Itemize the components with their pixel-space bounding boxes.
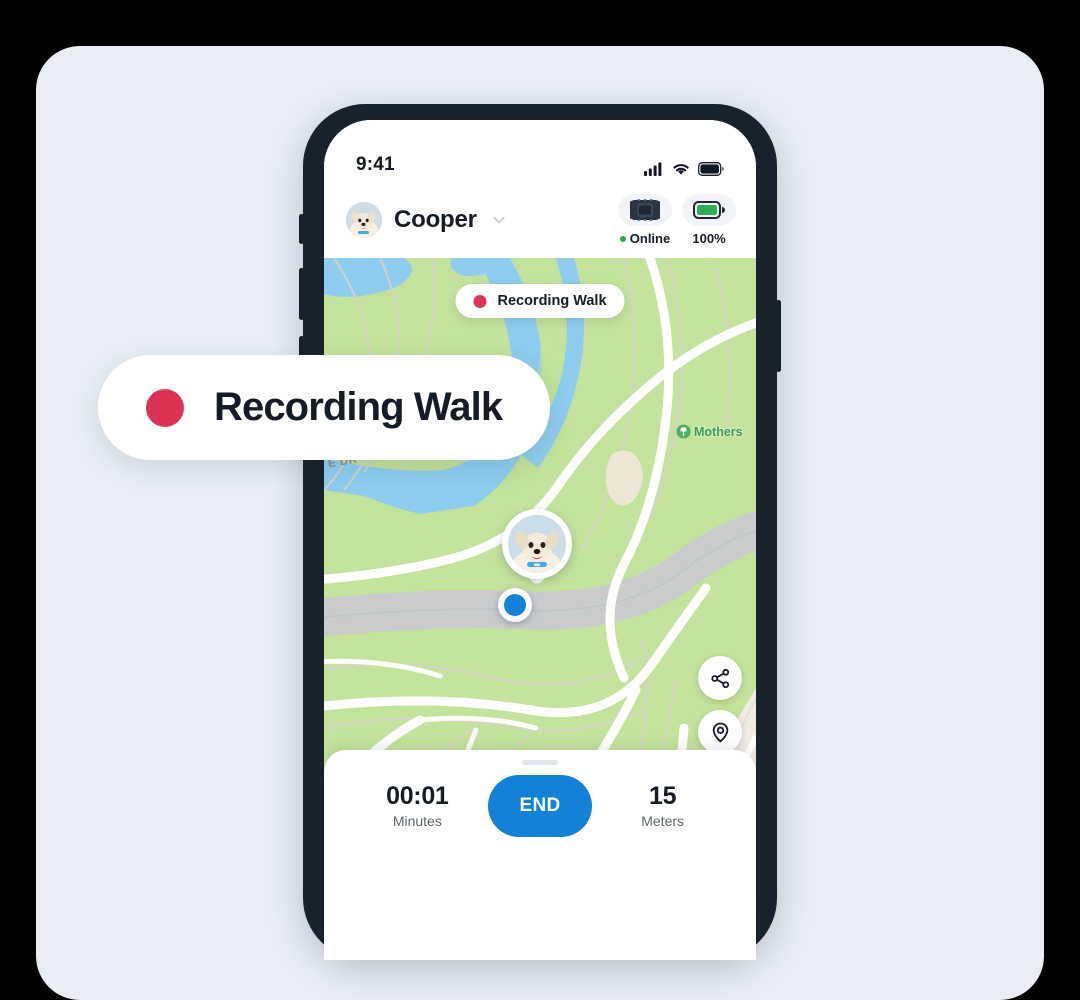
battery-status-tile[interactable]: 100%: [682, 194, 736, 246]
cooper-dog-avatar-image: [346, 202, 382, 238]
tracker-collar-icon: [630, 199, 660, 221]
device-status-text: Online: [629, 231, 671, 246]
sheet-drag-handle[interactable]: [522, 760, 558, 765]
recording-walk-callout[interactable]: Recording Walk: [98, 355, 551, 460]
map-view[interactable]: E DR LINCOLN WAY Mothers Recording Walk: [324, 258, 756, 858]
status-bar-time: 9:41: [356, 154, 395, 175]
user-location-inner-dot: [504, 594, 526, 616]
pet-map-pin[interactable]: [502, 509, 572, 593]
user-location-dot: [498, 588, 532, 622]
status-bar-icons: [644, 162, 724, 176]
callout-label: Recording Walk: [214, 385, 503, 429]
distance-value: 15: [649, 781, 677, 810]
location-pin-icon: [712, 722, 728, 742]
end-walk-button[interactable]: END: [487, 775, 592, 837]
poi-mothers[interactable]: Mothers: [676, 424, 743, 439]
status-bar: 9:41: [324, 120, 756, 182]
pin-pet-photo: [508, 515, 566, 573]
app-header: Cooper Online 100%: [324, 182, 756, 258]
poi-label: Mothers: [694, 424, 743, 439]
duration-label: Minutes: [392, 813, 442, 830]
wifi-icon: [673, 164, 689, 175]
pet-selector[interactable]: Cooper: [346, 202, 507, 238]
chevron-down-icon[interactable]: [491, 212, 507, 228]
duration-stat: 00:01 Minutes: [369, 781, 465, 830]
distance-label: Meters: [641, 813, 685, 830]
share-button[interactable]: [698, 656, 742, 700]
device-status-tile[interactable]: Online: [618, 194, 672, 246]
duration-value: 00:01: [386, 781, 449, 810]
callout-recording-dot-icon: [146, 388, 184, 427]
walk-tracking-sheet: 00:01 Minutes END 15 Meters: [324, 750, 756, 858]
header-status-group: Online 100%: [618, 194, 736, 246]
recording-badge-label: Recording Walk: [497, 293, 607, 309]
battery-percent-label: 100%: [692, 231, 726, 246]
center-location-button[interactable]: [698, 710, 742, 754]
share-icon: [710, 668, 729, 688]
recording-dot-icon: [473, 294, 487, 308]
online-status-dot: [619, 235, 626, 242]
park-tree-icon: [676, 424, 691, 439]
device-icon-pill: [618, 194, 672, 226]
walk-stats-row: 00:01 Minutes END 15 Meters: [324, 775, 756, 837]
phone-screen: 9:41 Cooper Online 100% E DR Mothers Rec…: [324, 120, 756, 960]
cooper-pin-avatar-image: [508, 515, 566, 573]
recording-status-badge[interactable]: Recording Walk: [455, 284, 625, 318]
screenshot-stage: 9:41 Cooper Online 100% E DR Mothers Rec…: [0, 0, 1080, 1000]
pet-name: Cooper: [394, 206, 477, 233]
battery-full-icon: [693, 201, 725, 219]
distance-stat: 15 Meters: [615, 781, 711, 830]
phone-frame: 9:41 Cooper Online 100% E DR Mothers Rec…: [303, 104, 777, 960]
avatar: [346, 202, 382, 238]
cellular-signal-icon: [644, 162, 662, 176]
battery-icon: [698, 162, 724, 176]
battery-icon-pill: [682, 194, 736, 226]
device-status-label: Online: [619, 231, 671, 246]
